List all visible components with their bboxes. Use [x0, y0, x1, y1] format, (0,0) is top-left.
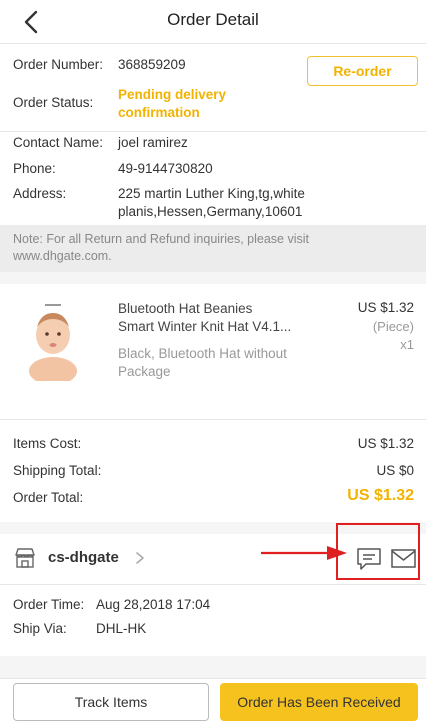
divider	[0, 584, 426, 585]
store-name[interactable]: cs-dhgate	[48, 549, 119, 566]
contact-name-label: Contact Name:	[13, 135, 104, 150]
store-icon	[15, 548, 35, 568]
product-name-line1: Bluetooth Hat Beanies	[118, 301, 253, 316]
shipping-total-value: US $0	[376, 463, 414, 478]
items-cost-value: US $1.32	[357, 436, 414, 451]
order-status-line1: Pending delivery	[118, 87, 227, 102]
product-name-line2: Smart Winter Knit Hat V4.1...	[118, 319, 292, 334]
product-name[interactable]: Bluetooth Hat Beanies Smart Winter Knit …	[118, 300, 318, 336]
section-gap	[0, 656, 426, 678]
ship-via-label: Ship Via:	[13, 621, 67, 636]
address-label: Address:	[13, 186, 67, 201]
refund-note: Note: For all Return and Refund inquirie…	[0, 225, 426, 272]
product-image[interactable]	[27, 301, 79, 381]
order-time-value: Aug 28,2018 17:04	[96, 597, 211, 612]
ship-via-value: DHL-HK	[96, 621, 147, 636]
contact-name-value: joel ramirez	[118, 135, 188, 150]
order-time-label: Order Time:	[13, 597, 85, 612]
section-gap	[0, 272, 426, 284]
items-cost-label: Items Cost:	[13, 436, 82, 451]
order-status-label: Order Status:	[13, 95, 94, 110]
product-price: US $1.32	[357, 300, 414, 315]
shipping-total-label: Shipping Total:	[13, 463, 102, 478]
track-items-button[interactable]: Track Items	[13, 683, 209, 721]
refund-note-line1: Note: For all Return and Refund inquirie…	[13, 232, 309, 246]
order-total-value: US $1.32	[347, 487, 414, 504]
divider	[0, 419, 426, 420]
arrow-right-icon	[261, 546, 347, 560]
divider	[0, 131, 426, 132]
product-variant: Black, Bluetooth Hat without Package	[118, 345, 318, 381]
refund-note-line2: www.dhgate.com.	[13, 249, 112, 263]
address-line1: 225 martin Luther King,tg,white	[118, 186, 305, 201]
order-number-value: 368859209	[118, 57, 186, 72]
reorder-button[interactable]: Re-order	[307, 56, 418, 86]
address-line2: planis,Hessen,Germany,10601	[118, 204, 303, 219]
order-received-button[interactable]: Order Has Been Received	[220, 683, 418, 721]
mail-icon[interactable]	[391, 549, 416, 568]
order-total-label: Order Total:	[13, 490, 84, 505]
product-variant-line1: Black, Bluetooth Hat without	[118, 346, 287, 361]
chat-icon[interactable]	[356, 547, 382, 571]
page-title: Order Detail	[167, 10, 259, 29]
order-number-label: Order Number:	[13, 57, 104, 72]
header: Order Detail	[0, 0, 426, 44]
order-status-line2: confirmation	[118, 105, 200, 120]
product-variant-line2: Package	[118, 364, 171, 379]
product-unit: (Piece)	[372, 319, 414, 334]
chevron-right-icon[interactable]	[135, 551, 145, 565]
phone-label: Phone:	[13, 161, 56, 176]
product-quantity: x1	[400, 337, 414, 352]
phone-value: 49-9144730820	[118, 161, 213, 176]
